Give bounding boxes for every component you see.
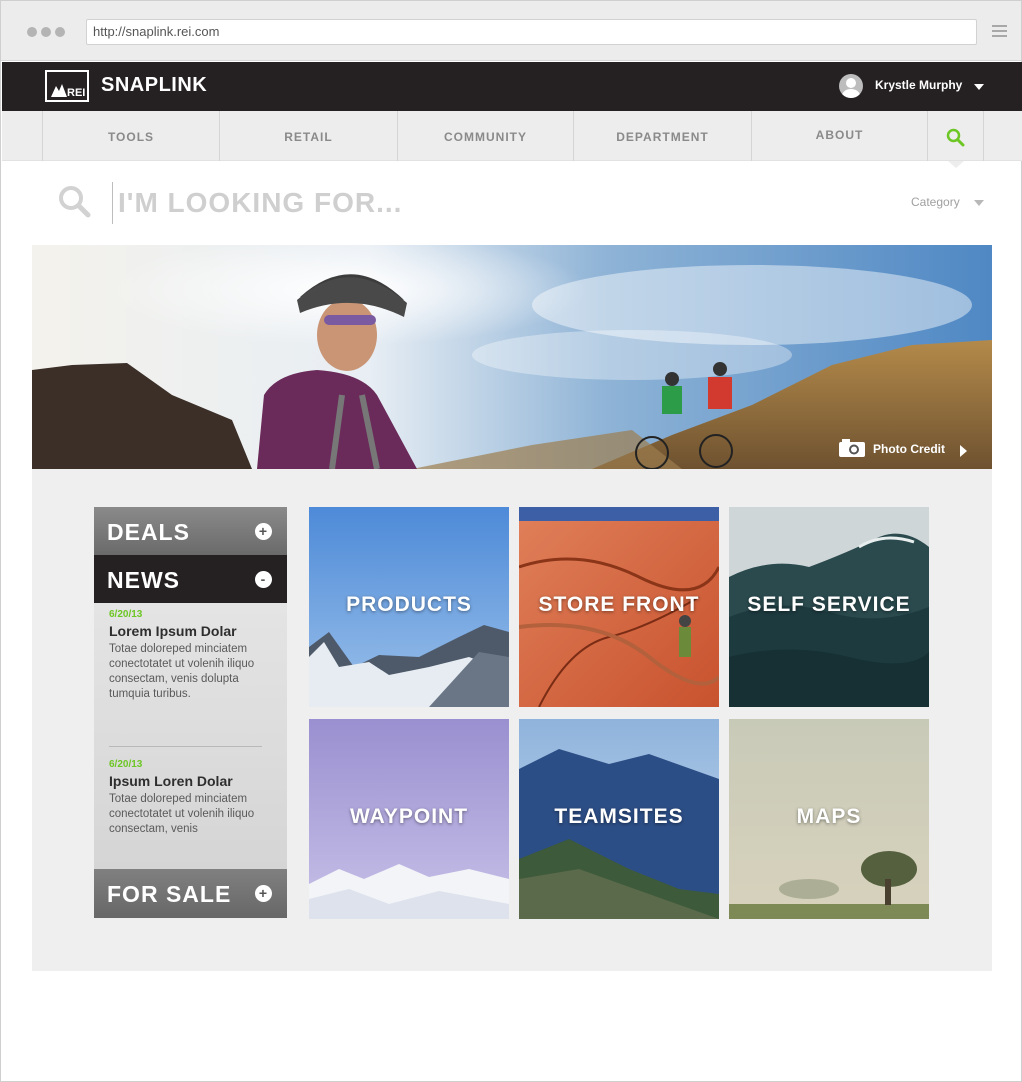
search-icon <box>946 128 965 147</box>
address-bar[interactable]: http://snaplink.rei.com <box>86 19 977 45</box>
nav-item-tools[interactable]: TOOLS <box>42 111 219 161</box>
search-divider <box>112 182 113 224</box>
browser-chrome: http://snaplink.rei.com <box>1 1 1021 61</box>
tile-store-front[interactable]: STORE FRONT <box>519 507 719 707</box>
tile-label: STORE FRONT <box>538 593 700 616</box>
category-caret-icon[interactable] <box>974 200 984 206</box>
news-title[interactable]: Lorem Ipsum Dolar <box>109 622 269 641</box>
for-sale-expand-icon[interactable]: + <box>255 885 272 902</box>
sidebar-panel: DEALS + NEWS - 6/20/13 Lorem Ipsum Dolar… <box>94 507 287 918</box>
tile-waypoint[interactable]: WAYPOINT <box>309 719 509 919</box>
search-input[interactable] <box>118 181 798 225</box>
tile-self-service[interactable]: SELF SERVICE <box>729 507 929 707</box>
window-close-dot[interactable] <box>27 27 37 37</box>
nav-item-department[interactable]: DEPARTMENT <box>573 111 751 161</box>
for-sale-header[interactable]: FOR SALE + <box>94 869 287 918</box>
tile-maps[interactable]: MAPS <box>729 719 929 919</box>
for-sale-label: FOR SALE <box>107 881 232 907</box>
hero-photo <box>32 245 992 469</box>
nav-item-retail[interactable]: RETAIL <box>219 111 397 161</box>
site-header: REI SNAPLINK Krystle Murphy <box>2 62 1022 111</box>
deals-label: DEALS <box>107 519 190 545</box>
news-list[interactable]: 6/20/13 Lorem Ipsum Dolar Totae dolorepe… <box>94 603 287 869</box>
news-body: Totae doloreped minciatem conectotatet u… <box>109 643 255 700</box>
tile-teamsites[interactable]: TEAMSITES <box>519 719 719 919</box>
arrow-right-icon[interactable] <box>960 445 967 457</box>
rei-logo[interactable]: REI <box>45 70 89 102</box>
logo-text: REI <box>67 87 85 99</box>
tile-products[interactable]: PRODUCTS <box>309 507 509 707</box>
news-item[interactable]: 6/20/13 Ipsum Loren Dolar Totae dolorepe… <box>109 759 269 837</box>
tile-label: MAPS <box>796 805 862 828</box>
nav-search-button[interactable] <box>927 111 984 168</box>
news-item[interactable]: 6/20/13 Lorem Ipsum Dolar Totae dolorepe… <box>109 609 269 702</box>
tile-label: PRODUCTS <box>346 593 472 616</box>
user-name[interactable]: Krystle Murphy <box>875 78 962 92</box>
camera-icon[interactable] <box>838 438 866 458</box>
mountain-logo-icon: REI <box>51 84 85 99</box>
magnifier-icon <box>59 186 91 218</box>
news-collapse-icon[interactable]: - <box>255 571 272 588</box>
browser-window: http://snaplink.rei.com REI SNAPLINK Kry… <box>0 0 1022 1082</box>
window-zoom-dot[interactable] <box>55 27 65 37</box>
content-area: DEALS + NEWS - 6/20/13 Lorem Ipsum Dolar… <box>32 469 992 971</box>
tile-label: WAYPOINT <box>349 805 469 828</box>
deals-expand-icon[interactable]: + <box>255 523 272 540</box>
news-title[interactable]: Ipsum Loren Dolar <box>109 772 269 791</box>
nav-item-community[interactable]: COMMUNITY <box>397 111 573 161</box>
news-label: NEWS <box>107 567 180 593</box>
hero-image: Photo Credit <box>32 245 992 469</box>
search-bar: Category <box>2 161 1022 245</box>
news-header[interactable]: NEWS - <box>94 555 287 603</box>
tile-label: TEAMSITES <box>554 805 684 828</box>
news-body: Totae doloreped minciatem conectotatet u… <box>109 793 255 835</box>
browser-menu-icon[interactable] <box>992 25 1007 38</box>
photo-credit-link[interactable]: Photo Credit <box>873 442 945 456</box>
tile-label: SELF SERVICE <box>747 593 911 616</box>
news-date: 6/20/13 <box>109 609 143 620</box>
brand-name[interactable]: SNAPLINK <box>101 74 207 97</box>
news-divider <box>109 746 262 747</box>
user-menu-caret-icon[interactable] <box>974 84 984 90</box>
nav-item-about[interactable]: ABOUT <box>751 111 927 161</box>
main-nav: TOOLS RETAIL COMMUNITY DEPARTMENT ABOUT <box>2 111 1022 168</box>
window-minimize-dot[interactable] <box>41 27 51 37</box>
news-date: 6/20/13 <box>109 759 143 770</box>
avatar[interactable] <box>839 74 863 98</box>
deals-header[interactable]: DEALS + <box>94 507 287 555</box>
category-select[interactable]: Category <box>911 195 960 209</box>
